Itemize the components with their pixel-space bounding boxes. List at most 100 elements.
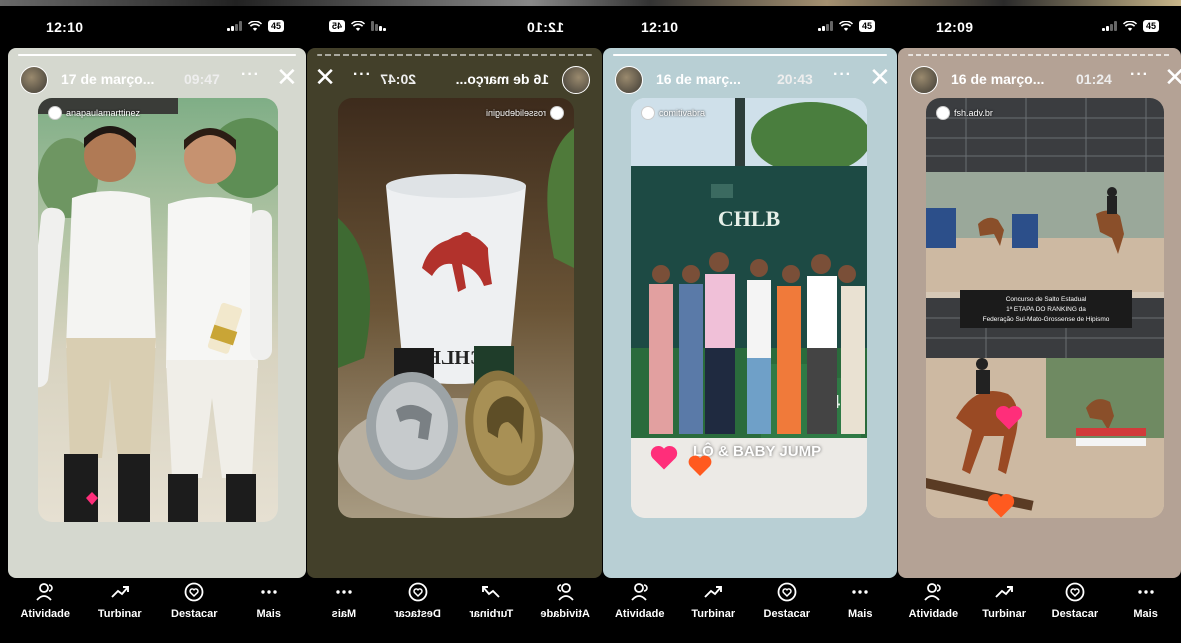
close-icon[interactable]: ✕: [314, 62, 336, 92]
bottom-nav: Atividade Turbinar Destacar Mais: [603, 575, 897, 643]
avatar[interactable]: [910, 66, 938, 94]
story-progress-bar: [317, 54, 592, 56]
event-line-2: 1ª ETAPA DO RANKING da: [1006, 306, 1086, 313]
more-options-icon[interactable]: ···: [833, 66, 852, 84]
photo-boys-riders: [38, 98, 278, 522]
nav-boost[interactable]: Turbinar: [677, 575, 751, 643]
nav-more[interactable]: Mais: [1110, 575, 1181, 643]
status-icons: 45: [817, 20, 875, 32]
nav-highlight-label: Destacar: [763, 608, 810, 620]
status-bar: 12:10 45: [603, 6, 897, 50]
close-icon[interactable]: ✕: [1164, 64, 1181, 90]
nav-more-label: Mais: [256, 608, 281, 620]
signal-icon: [817, 21, 833, 31]
story-panel-1: 12:10 45 17 de março... 09:47 ··· ✕ anap…: [8, 6, 306, 643]
nav-more[interactable]: Mais: [824, 575, 898, 643]
bottom-nav: Atividade Turbinar Destacar Mais: [8, 575, 306, 643]
story-time: 09:47: [184, 71, 220, 87]
story-time: 20:47: [380, 71, 416, 87]
story-progress-bar: [613, 54, 887, 56]
nav-activity[interactable]: Atividade: [603, 575, 677, 643]
nav-activity-label: Atividade: [540, 608, 590, 620]
trending-up-icon: [704, 586, 723, 598]
bottom-nav: Atividade Turbinar Destacar Mais: [898, 575, 1181, 643]
nav-boost-label: Turbinar: [469, 608, 514, 620]
nav-highlight-label: Destacar: [1051, 608, 1099, 620]
wifi-icon: [1122, 20, 1137, 31]
nav-highlight[interactable]: Destacar: [381, 575, 455, 643]
battery-icon: 45: [858, 20, 875, 32]
story-date: 17 de março...: [61, 71, 155, 87]
close-icon[interactable]: ✕: [276, 64, 298, 90]
nav-more-label: Mais: [848, 608, 873, 620]
mention-tag[interactable]: fsh.adv.br: [936, 106, 993, 120]
more-options-icon[interactable]: ···: [1130, 66, 1149, 84]
story-header: 16 de março... 01:24 ··· ✕: [898, 62, 1181, 98]
nav-activity[interactable]: Atividade: [528, 575, 602, 643]
avatar[interactable]: [615, 66, 643, 94]
battery-icon: 45: [1142, 20, 1159, 32]
mention-tag[interactable]: anapaulamarttinez: [48, 106, 140, 120]
nav-highlight-label: Destacar: [394, 608, 441, 620]
status-time: 12:10: [526, 19, 564, 35]
people-icon: [631, 583, 648, 601]
story-panel-4: 12:09 45 16 de março... 01:24 ··· ✕ Conc…: [898, 6, 1181, 643]
nav-more[interactable]: Mais: [307, 575, 381, 643]
avatar[interactable]: [562, 66, 590, 94]
story-card[interactable]: 16 de março... 01:24 ··· ✕ Concurso de S…: [898, 48, 1181, 578]
nav-activity[interactable]: Atividade: [898, 575, 969, 643]
heart-sticker-orange: [688, 455, 712, 476]
nav-highlight[interactable]: Destacar: [1040, 575, 1111, 643]
avatar[interactable]: [20, 66, 48, 94]
story-time: 20:43: [777, 71, 813, 87]
more-options-icon[interactable]: ···: [241, 66, 260, 84]
nav-highlight[interactable]: Destacar: [157, 575, 232, 643]
story-header: 16 de març... 20:43 ··· ✕: [603, 62, 897, 98]
heart-sticker-pink: [995, 405, 1023, 430]
close-icon[interactable]: ✕: [869, 64, 891, 90]
signal-icon: [226, 21, 242, 31]
story-progress-bar: [908, 54, 1171, 56]
wifi-icon: [247, 20, 262, 31]
nav-boost-label: Turbinar: [691, 608, 736, 620]
status-bar: 12:10 45: [8, 6, 306, 50]
nav-boost[interactable]: Turbinar: [83, 575, 158, 643]
nav-activity-label: Atividade: [20, 608, 70, 620]
mention-avatar: [936, 106, 950, 120]
photo-show-jumping: Concurso de Salto Estadual 1ª ETAPA DO R…: [926, 98, 1164, 518]
nav-boost[interactable]: Turbinar: [455, 575, 529, 643]
status-icons: 45: [329, 20, 387, 32]
story-date: 16 de março...: [455, 71, 549, 87]
story-photo: anapaulamarttinez: [38, 98, 278, 522]
nav-more[interactable]: Mais: [232, 575, 307, 643]
bottom-nav: Atividade Turbinar Destacar Mais: [307, 575, 602, 643]
svg-text:CHLB: CHLB: [718, 206, 781, 231]
mention-avatar: [641, 106, 655, 120]
story-card[interactable]: 16 de març... 20:43 ··· ✕ CHLB 2: [603, 48, 897, 578]
story-date: 16 de março...: [951, 71, 1045, 87]
story-photo: CHLB 2 4: [631, 98, 867, 518]
story-photo: Concurso de Salto Estadual 1ª ETAPA DO R…: [926, 98, 1164, 518]
signal-icon: [1101, 21, 1117, 31]
nav-activity[interactable]: Atividade: [8, 575, 83, 643]
nav-highlight[interactable]: Destacar: [750, 575, 824, 643]
nav-boost[interactable]: Turbinar: [969, 575, 1040, 643]
status-bar: 12:09 45: [898, 6, 1181, 50]
trending-up-icon: [995, 586, 1014, 598]
nav-activity-label: Atividade: [908, 608, 959, 620]
story-card[interactable]: 16 de março... 20:47 ··· ✕ CHLB rosselid…: [307, 48, 602, 578]
mention-tag[interactable]: comitivabra: [641, 106, 705, 120]
heart-sticker-pink: [650, 445, 678, 470]
story-panel-3: 12:10 45 16 de març... 20:43 ··· ✕ CHLB …: [603, 6, 897, 643]
story-photo: CHLB rosselidebugini: [338, 98, 574, 518]
highlight-heart-icon: [777, 582, 797, 602]
more-options-icon[interactable]: ···: [351, 66, 370, 84]
highlight-heart-icon: [408, 582, 428, 602]
more-icon: [261, 590, 277, 594]
highlight-heart-icon: [1065, 582, 1085, 602]
wifi-icon: [351, 20, 366, 31]
mention-tag[interactable]: rosselidebugini: [486, 106, 564, 120]
status-icons: 45: [1101, 20, 1159, 32]
story-header: 17 de março... 09:47 ··· ✕: [8, 62, 306, 98]
story-card[interactable]: 17 de março... 09:47 ··· ✕ anapaulamartt…: [8, 48, 306, 578]
